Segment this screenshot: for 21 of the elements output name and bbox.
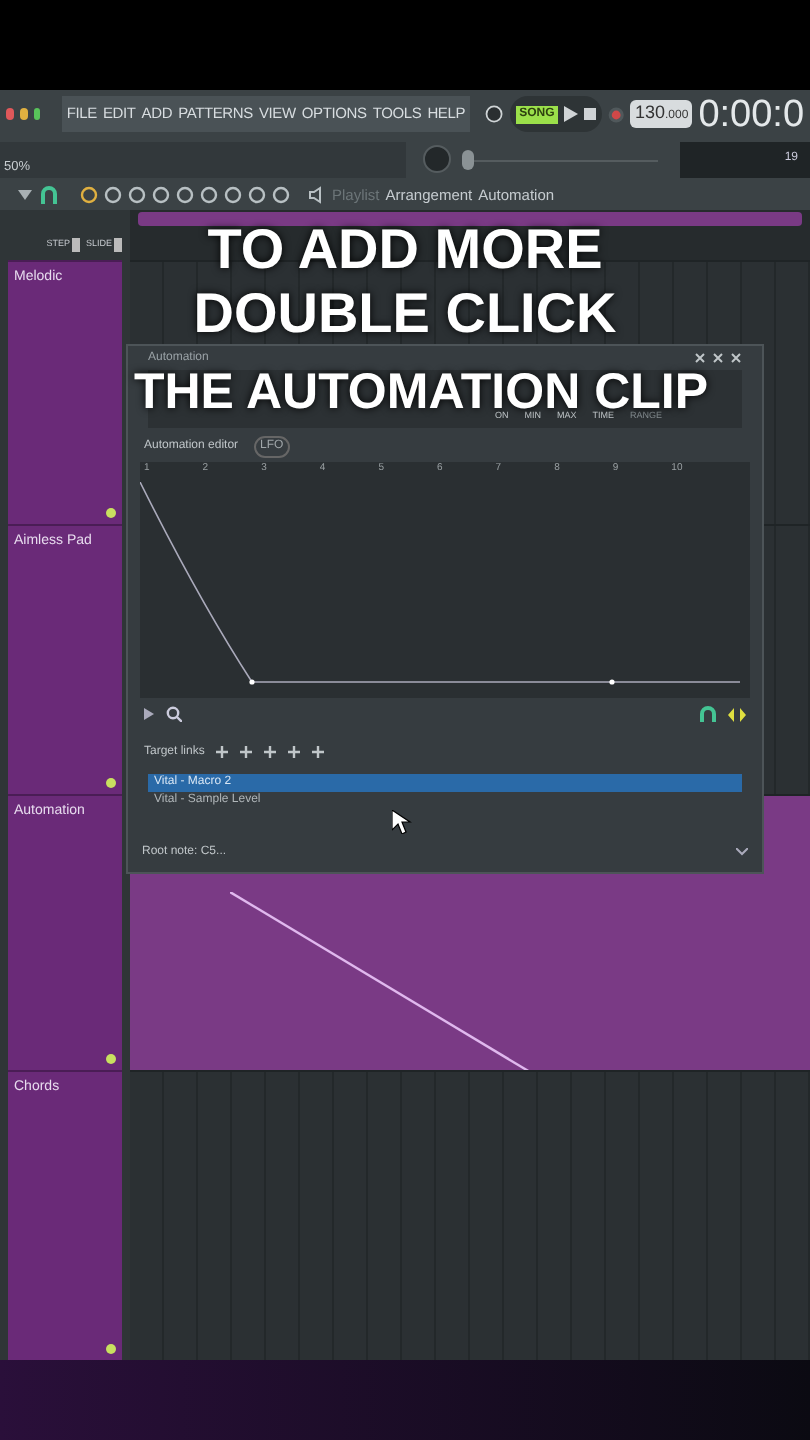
status-light-icon[interactable] — [106, 508, 116, 518]
resize-icon[interactable] — [728, 707, 746, 721]
status-light-icon[interactable] — [106, 778, 116, 788]
play-icon[interactable] — [564, 106, 579, 122]
status-light-icon[interactable] — [106, 1344, 116, 1354]
add-icon[interactable] — [216, 746, 229, 758]
time-display: 0:00:0 — [698, 95, 805, 133]
magnet-icon[interactable] — [40, 186, 58, 204]
caption-text: DOUBLE CLICK — [193, 292, 617, 336]
scrollbar[interactable] — [138, 212, 802, 226]
chevron-icon[interactable] — [736, 848, 748, 856]
expand-icon[interactable] — [144, 708, 154, 720]
status-light-icon[interactable] — [106, 1054, 116, 1064]
close-icon[interactable] — [730, 352, 742, 364]
master-pitch-slider[interactable] — [458, 149, 658, 169]
cursor-icon — [392, 810, 412, 834]
caption-text: TO ADD MORE — [207, 228, 603, 272]
caption-text: THE AUTOMATION CLIP — [133, 370, 709, 414]
caret-icon[interactable] — [16, 186, 34, 204]
magnet-icon[interactable] — [700, 706, 716, 722]
stop-icon[interactable] — [584, 108, 597, 120]
